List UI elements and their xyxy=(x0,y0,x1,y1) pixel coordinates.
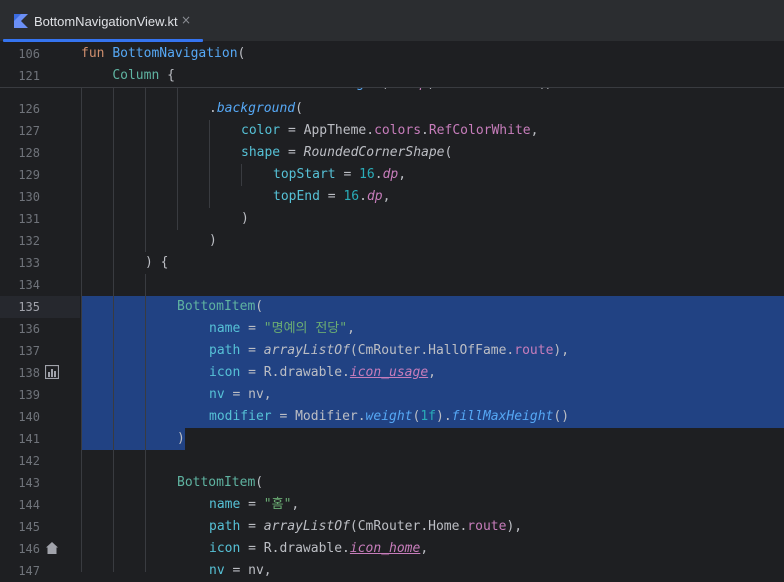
code-line-126: .background( xyxy=(209,101,303,116)
indent-guide xyxy=(209,120,210,208)
sticky-line-column[interactable]: Column { xyxy=(81,65,175,87)
line-number: 129 xyxy=(18,168,40,182)
editor-tab-bar: BottomNavigationView.kt × xyxy=(0,0,784,42)
file-tab[interactable]: BottomNavigationView.kt × xyxy=(0,0,204,42)
line-number: 137 xyxy=(18,344,40,358)
sticky-lines-header[interactable]: 106 fun BottomNavigation( 121 Column { xyxy=(0,43,784,88)
code-line-130: topEnd = 16.dp, xyxy=(273,189,391,204)
line-number: 127 xyxy=(18,124,40,138)
code-line-135: BottomItem( xyxy=(177,299,264,314)
code-line-137: path = arrayListOf(CmRouter.HallOfFame.r… xyxy=(209,343,570,358)
code-line-144: name = "홈", xyxy=(209,497,300,512)
line-number: 138 xyxy=(18,366,40,380)
indent-guide xyxy=(241,164,242,186)
line-number: 126 xyxy=(18,102,40,116)
active-tab-indicator xyxy=(3,39,203,42)
line-number: 135 xyxy=(18,300,40,314)
line-number: 140 xyxy=(18,410,40,424)
code-line-141: ) xyxy=(177,431,185,446)
line-number: 133 xyxy=(18,256,40,270)
code-line-129: topStart = 16.dp, xyxy=(273,167,407,182)
line-number: 145 xyxy=(18,520,40,534)
code-line-145: path = arrayListOf(CmRouter.Home.route), xyxy=(209,519,523,534)
line-number: 141 xyxy=(18,432,40,446)
line-number: 131 xyxy=(18,212,40,226)
code-line-132: ) xyxy=(209,233,217,248)
kotlin-file-icon xyxy=(14,14,28,28)
code-line-127: color = AppTheme.colors.RefColorWhite, xyxy=(241,123,539,138)
sticky-line-fun[interactable]: fun BottomNavigation( xyxy=(81,43,245,65)
code-line-131: ) xyxy=(241,211,249,226)
indent-guide xyxy=(177,87,178,230)
code-line-146: icon = R.drawable.icon_home, xyxy=(209,541,429,556)
line-number: 139 xyxy=(18,388,40,402)
code-line-138: icon = R.drawable.icon_usage, xyxy=(209,365,436,380)
indent-guide xyxy=(113,87,114,572)
line-number: 143 xyxy=(18,476,40,490)
selection-tail xyxy=(81,428,185,450)
line-number: 144 xyxy=(18,498,40,512)
line-number: 146 xyxy=(18,542,40,556)
indent-guide xyxy=(81,87,82,572)
close-icon[interactable]: × xyxy=(181,13,191,27)
line-number: 128 xyxy=(18,146,40,160)
tab-title: BottomNavigationView.kt xyxy=(34,14,178,29)
code-line-147: nv = nv, xyxy=(209,563,272,578)
indent-guide xyxy=(145,87,146,252)
code-line-140: modifier = Modifier.weight(1f).fillMaxHe… xyxy=(209,409,570,424)
line-number: 142 xyxy=(18,454,40,468)
line-number: 147 xyxy=(18,564,40,578)
code-line-128: shape = RoundedCornerShape( xyxy=(241,145,453,160)
chart-icon[interactable] xyxy=(45,365,59,379)
sticky-line-number: 106 xyxy=(18,47,40,61)
code-editor[interactable]: modifier = Modifier.height(60.dp).fillMa… xyxy=(0,43,784,578)
line-number: 136 xyxy=(18,322,40,336)
line-number: 130 xyxy=(18,190,40,204)
line-number: 132 xyxy=(18,234,40,248)
sticky-line-number: 121 xyxy=(18,69,40,83)
code-line-133: ) { xyxy=(145,255,169,270)
line-number: 134 xyxy=(18,278,40,292)
home-icon[interactable] xyxy=(45,541,59,555)
code-line-136: name = "명예의 전당", xyxy=(209,321,355,336)
code-line-139: nv = nv, xyxy=(209,387,272,402)
code-line-143: BottomItem( xyxy=(177,475,264,490)
indent-guide xyxy=(145,274,146,572)
